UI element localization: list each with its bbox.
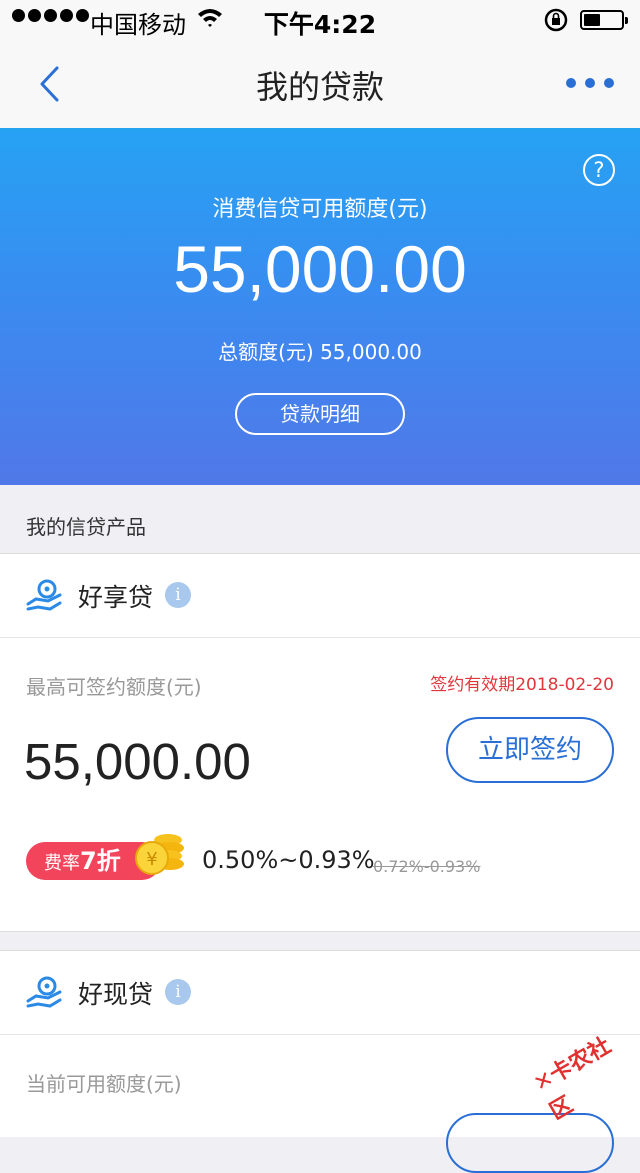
product-name: 好现贷 bbox=[78, 980, 154, 1009]
rotation-lock-icon bbox=[544, 8, 568, 32]
section-header: 我的信贷产品 bbox=[0, 485, 640, 554]
available-credit-label: 消费信贷可用额度(元) bbox=[212, 197, 428, 222]
credit-summary-panel: ? 消费信贷可用额度(元) 55,000.00 总额度(元) 55,000.00… bbox=[0, 128, 640, 485]
product-card-haoxiandai: 好现贷 i 当前可用额度(元) bbox=[0, 950, 640, 1173]
badge-discount: 7折 bbox=[80, 847, 121, 875]
sign-now-button[interactable]: 立即签约 bbox=[446, 717, 614, 783]
navigation-bar: 我的贷款 bbox=[0, 40, 640, 128]
page-title: 我的贷款 bbox=[255, 68, 384, 106]
loan-hand-coin-icon bbox=[26, 976, 62, 1008]
product-header[interactable]: 好现贷 i bbox=[0, 951, 640, 1035]
max-limit-label: 最高可签约额度(元) bbox=[26, 675, 202, 699]
help-icon[interactable]: ? bbox=[583, 154, 615, 186]
info-icon[interactable]: i bbox=[165, 582, 191, 608]
current-limit-label: 当前可用额度(元) bbox=[26, 1072, 182, 1096]
product-name: 好享贷 bbox=[78, 583, 154, 612]
svg-text:¥: ¥ bbox=[146, 849, 157, 870]
loan-hand-coin-icon bbox=[26, 579, 62, 611]
original-rate: 0.72%-0.93% bbox=[373, 857, 481, 876]
product-header[interactable]: 好享贷 i bbox=[0, 554, 640, 638]
gold-coins-icon: ¥ bbox=[135, 834, 184, 875]
info-icon[interactable]: i bbox=[165, 979, 191, 1005]
total-credit-amount: 55,000.00 bbox=[320, 340, 422, 364]
section-title: 我的信贷产品 bbox=[26, 515, 146, 539]
status-bar: 中国移动 下午4:22 bbox=[0, 0, 640, 40]
expiry-date: 签约有效期2018-02-20 bbox=[430, 675, 614, 695]
max-limit-amount: 55,000.00 bbox=[24, 733, 251, 790]
loan-details-button[interactable]: 贷款明细 bbox=[235, 393, 405, 435]
product-card-haoxiangdai: 好享贷 i 最高可签约额度(元) 签约有效期2018-02-20 55,000.… bbox=[0, 554, 640, 932]
available-credit-amount: 55,000.00 bbox=[173, 232, 467, 306]
more-options-icon[interactable] bbox=[566, 78, 614, 88]
total-credit-line: 总额度(元) 55,000.00 bbox=[0, 336, 640, 365]
total-credit-label: 总额度(元) bbox=[218, 340, 314, 364]
battery-fill bbox=[584, 14, 600, 26]
current-rate: 0.50%~0.93% bbox=[202, 846, 375, 874]
badge-prefix: 费率 bbox=[44, 853, 80, 874]
battery-icon bbox=[580, 10, 628, 30]
